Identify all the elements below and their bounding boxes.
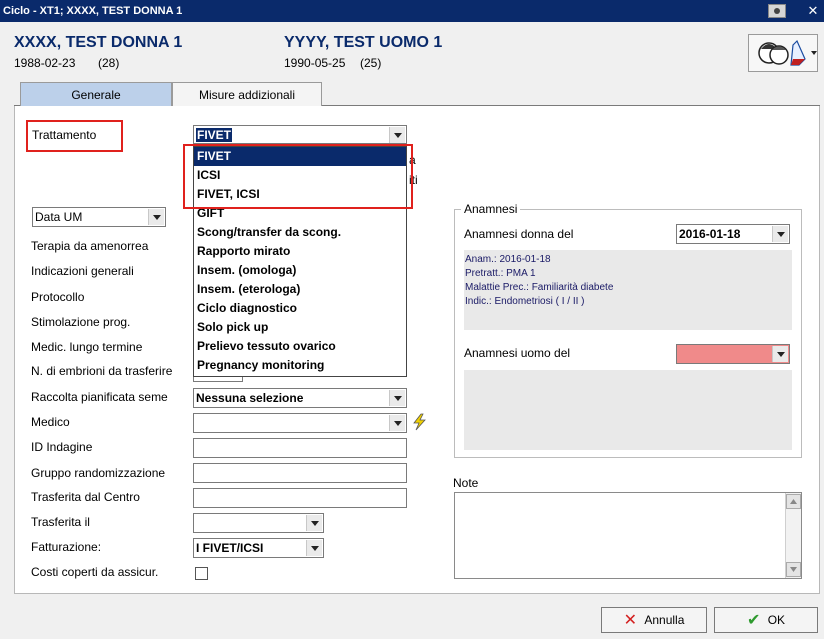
label-n-embrioni: N. di embrioni da trasferire (31, 364, 173, 378)
chevron-down-icon[interactable] (772, 346, 788, 362)
raccolta-seme-value: Nessuna selezione (196, 391, 304, 405)
male-patient-dob: 1990-05-25 (284, 56, 346, 70)
label-costi-assicur: Costi coperti da assicur. (31, 565, 159, 579)
dropdown-option[interactable]: Rapporto mirato (194, 242, 406, 261)
detail-indic: Indic.: Endometriosi ( I / II ) (465, 296, 585, 307)
chevron-down-icon[interactable] (389, 127, 405, 143)
cancel-button-label: Annulla (644, 613, 685, 627)
couple-lab-button[interactable] (748, 34, 818, 72)
dropdown-option[interactable]: Scong/transfer da scong. (194, 223, 406, 242)
costi-assicur-checkbox[interactable] (195, 567, 208, 580)
label-raccolta-seme: Raccolta pianificata seme (31, 390, 168, 404)
anamnesi-donna-date-select[interactable]: 2016-01-18 (676, 224, 790, 244)
dropdown-option[interactable]: Insem. (omologa) (194, 261, 406, 280)
tab-strip: Generale Misure addizionali (14, 82, 820, 106)
camera-icon[interactable] (768, 4, 786, 18)
dropdown-option[interactable]: Ciclo diagnostico (194, 299, 406, 318)
gruppo-randomizzazione-input[interactable] (193, 463, 407, 483)
id-indagine-input[interactable] (193, 438, 407, 458)
label-medic-lungo-termine: Medic. lungo termine (31, 340, 143, 354)
chevron-down-icon[interactable] (772, 226, 788, 242)
cancel-button[interactable]: ✕ Annulla (601, 607, 707, 633)
label-indicazioni-generali: Indicazioni generali (31, 264, 134, 278)
label-stimolazione-prog: Stimolazione prog. (31, 315, 131, 329)
dropdown-option[interactable]: Prelievo tessuto ovarico (194, 337, 406, 356)
lightning-icon[interactable] (411, 413, 427, 431)
chevron-down-icon[interactable] (306, 515, 322, 531)
ok-button-label: OK (767, 613, 786, 627)
detail-anam: Anam.: 2016-01-18 (465, 254, 551, 265)
anamnesi-uomo-date-select[interactable] (676, 344, 790, 364)
female-patient-dob: 1988-02-23 (14, 56, 76, 70)
female-patient-name: XXXX, TEST DONNA 1 (14, 34, 183, 51)
trattamento-value: FIVET (196, 128, 233, 142)
data-um-value: Data UM (35, 210, 83, 224)
tab-misure-addizionali[interactable]: Misure addizionali (172, 82, 322, 106)
note-label: Note (453, 476, 479, 490)
couple-icon (758, 39, 817, 66)
fatturazione-select[interactable]: I FIVET/ICSI (193, 538, 324, 558)
anamnesi-donna-label: Anamnesi donna del (464, 227, 574, 241)
detail-malattie: Malattie Prec.: Familiarità diabete (465, 282, 614, 293)
anamnesi-donna-date: 2016-01-18 (679, 227, 741, 241)
trattamento-select[interactable]: FIVET (193, 125, 407, 144)
scroll-up-icon[interactable] (786, 494, 801, 509)
anamnesi-uomo-label: Anamnesi uomo del (464, 346, 571, 360)
window-title: Ciclo - XT1; XXXX, TEST DONNA 1 (3, 5, 183, 17)
anamnesi-uomo-details (464, 370, 792, 450)
male-patient-name: YYYY, TEST UOMO 1 (284, 34, 443, 51)
label-trasferita-il: Trasferita il (31, 515, 90, 529)
trasferita-centro-input[interactable] (193, 488, 407, 508)
ok-button[interactable]: ✔ OK (714, 607, 818, 633)
dropdown-option[interactable]: Insem. (eterologa) (194, 280, 406, 299)
dropdown-option[interactable]: Solo pick up (194, 318, 406, 337)
note-scrollbar[interactable] (785, 493, 801, 578)
label-fatturazione: Fatturazione: (31, 540, 102, 554)
trasferita-il-select[interactable] (193, 513, 324, 533)
detail-pretratt: Pretratt.: PMA 1 (465, 268, 536, 279)
scroll-down-icon[interactable] (786, 562, 801, 577)
female-patient-age: (28) (98, 56, 120, 70)
label-gruppo-randomizzazione: Gruppo randomizzazione (31, 466, 166, 480)
checkmark-icon: ✔ (746, 611, 761, 629)
label-medico: Medico (31, 415, 70, 429)
label-terapia-amenorrea: Terapia da amenorrea (31, 239, 149, 253)
anamnesi-group-title: Anamnesi (461, 202, 521, 216)
data-um-select[interactable]: Data UM (32, 207, 166, 227)
window-title-bar: Ciclo - XT1; XXXX, TEST DONNA 1 (0, 0, 824, 22)
chevron-down-icon[interactable] (389, 390, 405, 406)
fatturazione-value: I FIVET/ICSI (196, 541, 264, 555)
label-protocollo: Protocollo (31, 290, 85, 304)
cancel-x-icon: ✕ (623, 611, 638, 629)
medico-select[interactable] (193, 413, 407, 433)
trattamento-label: Trattamento (32, 128, 97, 142)
dropdown-options-highlight (183, 144, 413, 209)
note-textarea[interactable] (454, 492, 802, 579)
label-id-indagine: ID Indagine (31, 440, 93, 454)
anamnesi-donna-details: Anam.: 2016-01-18 Pretratt.: PMA 1 Malat… (464, 250, 792, 330)
tab-generale[interactable]: Generale (20, 82, 172, 106)
dropdown-option[interactable]: Pregnancy monitoring (194, 356, 406, 375)
male-patient-age: (25) (360, 56, 382, 70)
label-trasferita-centro: Trasferita dal Centro (31, 490, 140, 504)
chevron-down-icon[interactable] (389, 415, 405, 431)
raccolta-seme-select[interactable]: Nessuna selezione (193, 388, 407, 408)
chevron-down-icon[interactable] (306, 540, 322, 556)
close-icon[interactable]: ✕ (804, 3, 822, 19)
chevron-down-icon[interactable] (148, 209, 164, 225)
